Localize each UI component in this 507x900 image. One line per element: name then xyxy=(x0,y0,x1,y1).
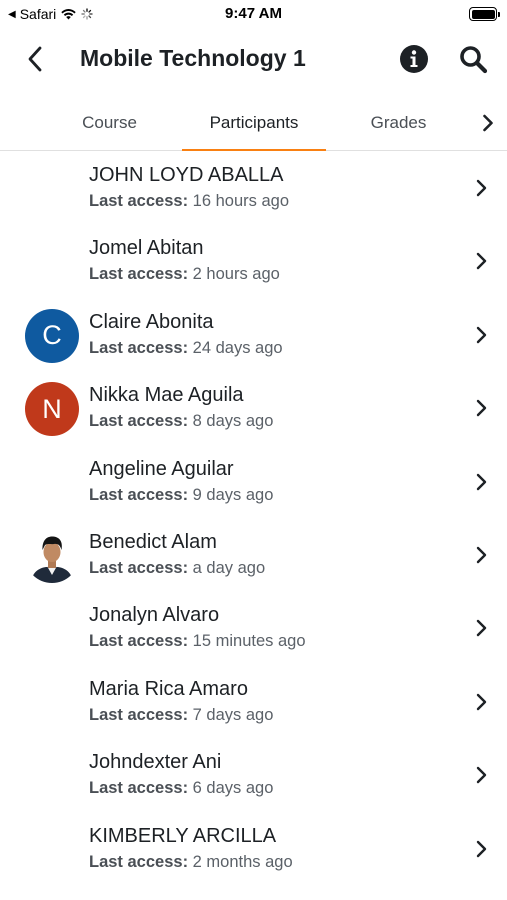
search-button[interactable] xyxy=(456,42,490,76)
avatar-initial: N xyxy=(42,393,62,424)
participant-name: KIMBERLY ARCILLA xyxy=(89,824,277,847)
chevron-right-icon xyxy=(476,546,487,564)
participant-last-access: Last access: 6 days ago xyxy=(89,779,274,798)
chevron-right-icon xyxy=(476,693,487,710)
participant-row[interactable]: Jonalyn Alvaro Last access: 15 minutes a… xyxy=(0,592,507,665)
course-info-button[interactable] xyxy=(398,43,430,75)
battery-icon xyxy=(469,7,500,21)
avatar-initial: C xyxy=(42,320,62,351)
participant-row[interactable]: Angeline Aguilar Last access: 9 days ago xyxy=(0,446,507,519)
status-bar: ◀ Safari 9:47 AM xyxy=(0,0,507,28)
participant-last-access: Last access: 2 months ago xyxy=(89,852,293,871)
chevron-right-icon xyxy=(476,473,487,490)
participant-name: Claire Abonita xyxy=(89,310,214,333)
status-time: 9:47 AM xyxy=(225,5,282,22)
participant-row[interactable]: Maria Rica Amaro Last access: 7 days ago xyxy=(0,666,507,739)
back-button[interactable] xyxy=(18,42,52,76)
participant-name: Angeline Aguilar xyxy=(89,457,234,480)
chevron-right-icon xyxy=(476,179,487,197)
tabs-next-button[interactable] xyxy=(474,109,502,137)
participant-name: Jomel Abitan xyxy=(89,237,204,260)
tab-course[interactable]: Course xyxy=(38,96,181,150)
chevron-right-icon xyxy=(476,253,487,270)
participant-last-access: Last access: 8 days ago xyxy=(89,412,274,431)
participant-row[interactable]: JOHN LOYD ABALLA Last access: 16 hours a… xyxy=(0,152,507,225)
participant-last-access: Last access: 9 days ago xyxy=(89,485,274,504)
participant-last-access: Last access: 15 minutes ago xyxy=(89,632,306,651)
participant-last-access: Last access: 24 days ago xyxy=(89,338,283,357)
person-photo-icon xyxy=(31,536,73,583)
participant-row[interactable]: Jomel Abitan Last access: 2 hours ago xyxy=(0,225,507,298)
tab-participants[interactable]: Participants xyxy=(182,96,326,151)
participant-last-access: Last access: a day ago xyxy=(89,558,266,577)
search-icon xyxy=(460,46,488,74)
chevron-right-icon xyxy=(476,766,487,784)
page-title: Mobile Technology 1 xyxy=(80,45,306,71)
chevron-right-icon xyxy=(476,399,487,417)
participant-row[interactable]: C Claire Abonita Last access: 24 days ag… xyxy=(0,299,507,372)
participant-row[interactable]: N Nikka Mae Aguila Last access: 8 days a… xyxy=(0,372,507,445)
info-icon xyxy=(400,45,428,73)
tab-bar: Course Participants Grades xyxy=(0,96,507,151)
participant-name: Benedict Alam xyxy=(89,530,217,553)
chevron-right-icon xyxy=(483,114,493,132)
participant-name: Johndexter Ani xyxy=(89,751,222,774)
avatar-photo xyxy=(25,528,79,583)
participant-last-access: Last access: 2 hours ago xyxy=(89,265,280,284)
participant-list: JOHN LOYD ABALLA Last access: 16 hours a… xyxy=(0,152,507,886)
participant-name: JOHN LOYD ABALLA xyxy=(89,164,284,186)
participant-name: Nikka Mae Aguila xyxy=(89,384,244,407)
participant-name: Jonalyn Alvaro xyxy=(89,604,220,627)
participant-row[interactable]: Johndexter Ani Last access: 6 days ago xyxy=(0,739,507,812)
participant-row[interactable]: KIMBERLY ARCILLA Last access: 2 months a… xyxy=(0,813,507,886)
participant-name: Maria Rica Amaro xyxy=(89,677,248,700)
chevron-right-icon xyxy=(476,620,487,637)
avatar: C xyxy=(25,308,79,363)
app-header: Mobile Technology 1 xyxy=(0,30,507,88)
participant-last-access: Last access: 16 hours ago xyxy=(89,192,289,210)
participant-last-access: Last access: 7 days ago xyxy=(89,705,274,724)
participant-row[interactable]: Benedict Alam Last access: a day ago xyxy=(0,519,507,592)
chevron-right-icon xyxy=(476,840,487,857)
chevron-left-icon xyxy=(28,46,42,72)
avatar: N xyxy=(25,382,79,437)
chevron-right-icon xyxy=(476,326,487,343)
tab-grades[interactable]: Grades xyxy=(327,96,470,150)
